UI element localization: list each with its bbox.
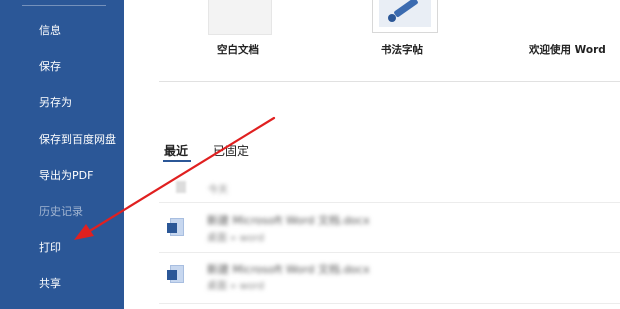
row-divider bbox=[159, 252, 620, 253]
template-label-calligraphy[interactable]: 书法字帖 bbox=[381, 42, 423, 57]
sidebar-item-print[interactable]: 打印 bbox=[0, 232, 124, 262]
sidebar-item-export-pdf[interactable]: 导出为PDF bbox=[0, 160, 124, 190]
sidebar-divider bbox=[22, 5, 106, 6]
word-document-icon bbox=[167, 218, 185, 238]
sidebar-item-save-to-baidu[interactable]: 保存到百度网盘 bbox=[0, 124, 124, 154]
tab-pinned[interactable]: 已固定 bbox=[213, 142, 249, 159]
main-panel: 空白文档 书法字帖 欢迎使用 Word 最近 已固定 今天 新建 Microso… bbox=[124, 0, 620, 309]
tab-recent-underline bbox=[163, 160, 191, 162]
group-icon bbox=[176, 181, 186, 193]
sidebar-item-save-as[interactable]: 另存为 bbox=[0, 87, 124, 117]
recent-file-row[interactable]: 新建 Microsoft Word 文档.docx 桌面 » word bbox=[159, 255, 620, 301]
recent-group-label: 今天 bbox=[208, 185, 228, 196]
tab-recent[interactable]: 最近 bbox=[164, 142, 188, 159]
sidebar-item-info[interactable]: 信息 bbox=[0, 15, 124, 45]
recent-file-name: 新建 Microsoft Word 文档.docx bbox=[207, 214, 370, 227]
row-divider bbox=[159, 202, 620, 203]
section-divider bbox=[159, 81, 620, 82]
sidebar-item-save[interactable]: 保存 bbox=[0, 51, 124, 81]
sidebar-item-share[interactable]: 共享 bbox=[0, 268, 124, 298]
blank-document-icon[interactable] bbox=[208, 0, 272, 35]
recent-file-path: 桌面 » word bbox=[207, 281, 265, 292]
sidebar-item-history: 历史记录 bbox=[39, 205, 83, 218]
word-document-icon bbox=[167, 265, 185, 285]
template-label-welcome[interactable]: 欢迎使用 Word bbox=[529, 42, 606, 57]
recent-file-row[interactable]: 新建 Microsoft Word 文档.docx 桌面 » word bbox=[159, 205, 620, 251]
template-label-blank[interactable]: 空白文档 bbox=[217, 42, 259, 57]
row-divider bbox=[159, 303, 620, 304]
recent-file-name: 新建 Microsoft Word 文档.docx bbox=[207, 263, 370, 276]
recent-file-path: 桌面 » word bbox=[207, 233, 265, 244]
calligraphy-icon[interactable] bbox=[372, 0, 438, 33]
sidebar: 信息 保存 另存为 保存到百度网盘 导出为PDF 历史记录 打印 共享 bbox=[0, 0, 124, 309]
